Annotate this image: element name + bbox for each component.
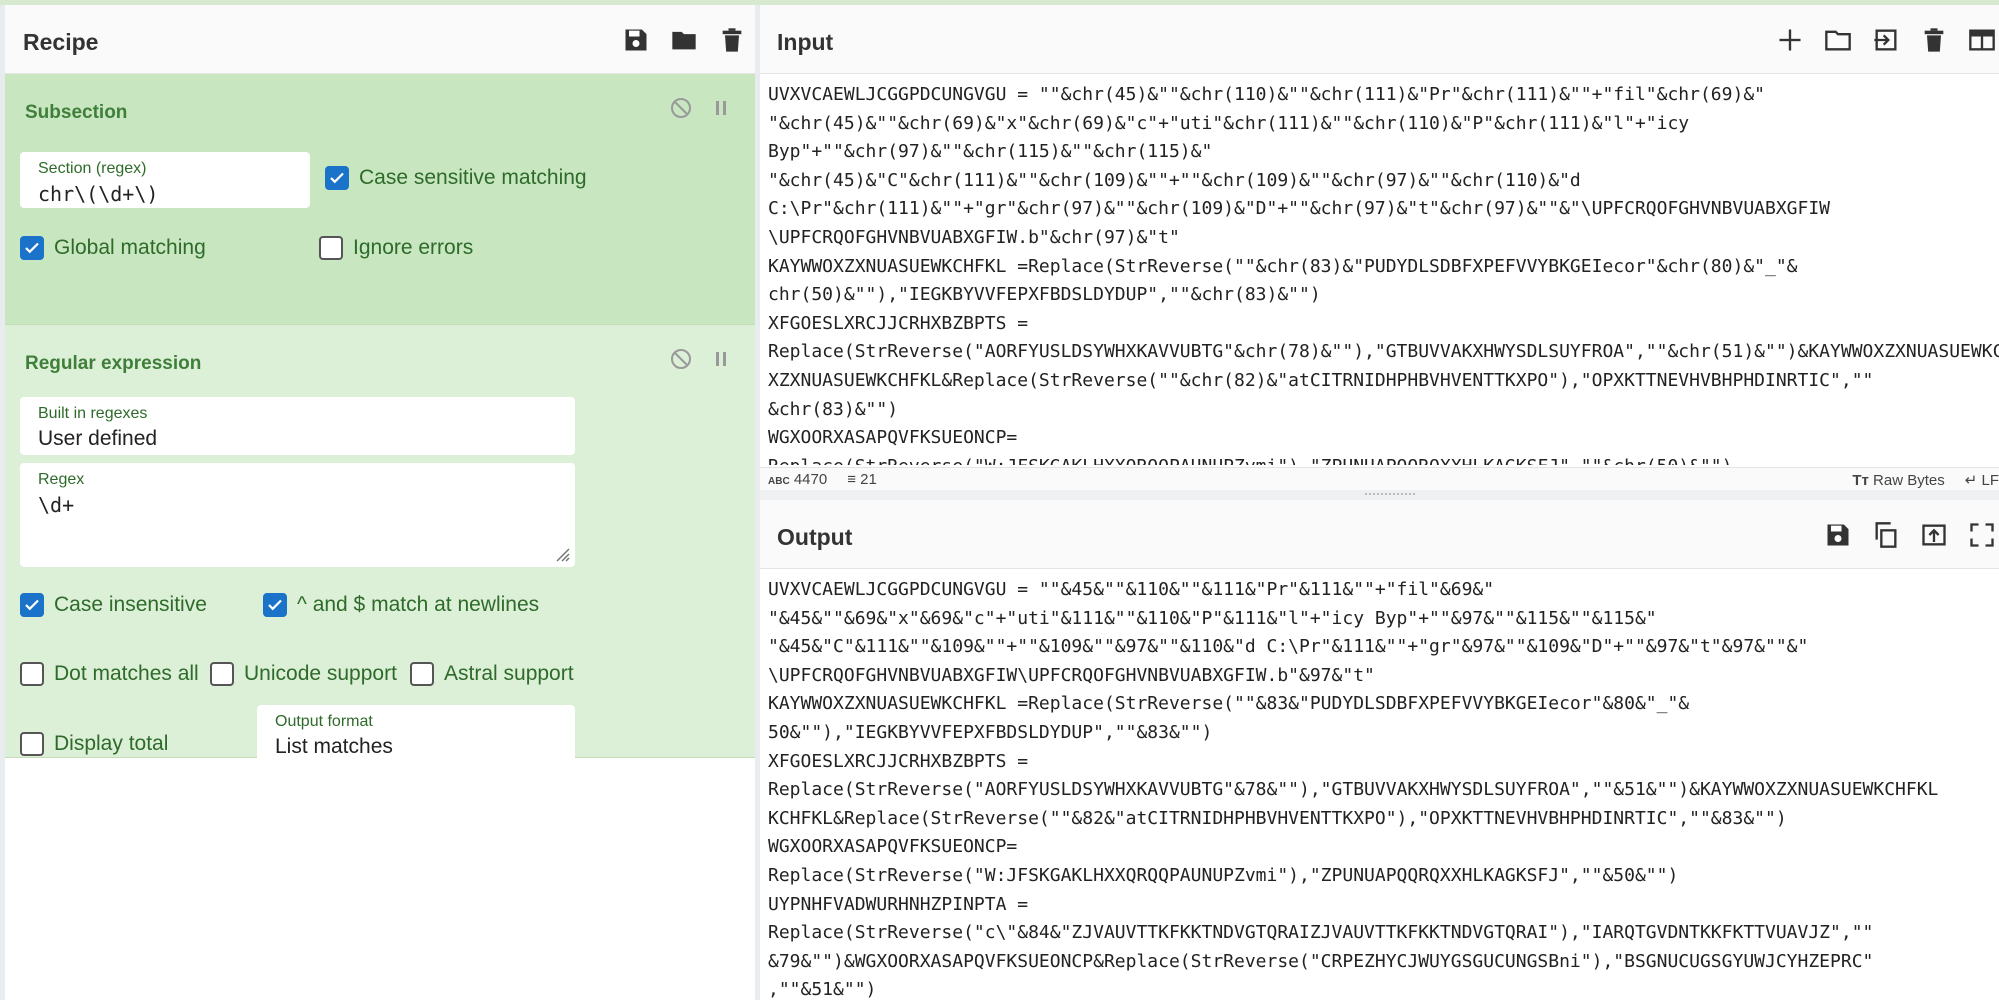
subsection-title: Subsection [25, 102, 128, 123]
checkbox-empty-icon[interactable] [20, 732, 44, 756]
output-pane: Output UVXVCAEWLJCGGPDCUNGVGU = ""&45&""… [760, 500, 1999, 1000]
dot-matches-all-checkbox[interactable]: Dot matches all [20, 662, 199, 686]
subsection-operation: Subsection Section (regex) chr\(\d+\) Ca… [5, 74, 755, 325]
resize-grip-icon[interactable] [553, 545, 571, 563]
horizontal-divider[interactable] [760, 490, 1999, 500]
case-insensitive-label: Case insensitive [54, 593, 207, 616]
output-text[interactable]: UVXVCAEWLJCGGPDCUNGVGU = ""&45&""&110&""… [768, 576, 1999, 1000]
output-format-select[interactable]: Output format List matches [257, 705, 575, 763]
checkbox-empty-icon[interactable] [210, 662, 234, 686]
astral-support-label: Astral support [444, 662, 574, 685]
input-textarea[interactable]: UVXVCAEWLJCGGPDCUNGVGU = ""&chr(45)&""&c… [768, 81, 1999, 465]
copy-icon[interactable] [1869, 518, 1903, 552]
checkbox-empty-icon[interactable] [410, 662, 434, 686]
section-regex-value[interactable]: chr\(\d+\) [38, 182, 158, 206]
case-sensitive-label: Case sensitive matching [359, 166, 587, 189]
save-icon[interactable] [619, 23, 653, 57]
recipe-header: Recipe [5, 5, 755, 74]
layout-icon[interactable] [1965, 23, 1999, 57]
dot-matches-all-label: Dot matches all [54, 662, 199, 685]
global-matching-label: Global matching [54, 236, 206, 259]
line-count-value: 21 [860, 471, 877, 488]
recipe-title: Recipe [23, 29, 99, 55]
raw-bytes-button[interactable]: Tт Raw Bytes [1852, 472, 1944, 489]
open-folder-icon[interactable] [1821, 23, 1855, 57]
text-format-icon: Tт [1852, 471, 1869, 489]
checkbox-empty-icon[interactable] [20, 662, 44, 686]
output-format-label: Output format [275, 713, 373, 730]
multiline-label: ^ and $ match at newlines [297, 593, 540, 616]
regex-label: Regex [38, 471, 85, 488]
trash-icon[interactable] [1917, 23, 1951, 57]
input-title: Input [777, 29, 834, 55]
display-total-checkbox[interactable]: Display total [20, 732, 168, 756]
section-regex-label: Section (regex) [38, 160, 147, 177]
regex-operation: Regular expression Built in regexes User… [5, 325, 755, 763]
output-title: Output [777, 524, 853, 550]
raw-bytes-label: Raw Bytes [1873, 471, 1945, 489]
builtin-regexes-value: User defined [38, 427, 158, 450]
output-header: Output [760, 500, 1999, 569]
regex-textarea[interactable]: Regex \d+ [20, 463, 575, 567]
add-icon[interactable] [1773, 23, 1807, 57]
input-header: Input [760, 5, 1999, 74]
ignore-errors-checkbox[interactable]: Ignore errors [319, 236, 473, 260]
line-count: ≡ 21 [847, 471, 877, 488]
section-regex-field[interactable]: Section (regex) chr\(\d+\) [20, 152, 310, 208]
disable-icon[interactable] [669, 96, 693, 120]
checkbox-checked-icon[interactable] [20, 593, 44, 617]
regex-value[interactable]: \d+ [38, 493, 74, 517]
char-count-value: 4470 [793, 471, 828, 488]
multiline-checkbox[interactable]: ^ and $ match at newlines [263, 593, 539, 617]
checkbox-checked-icon[interactable] [325, 166, 349, 190]
unicode-support-checkbox[interactable]: Unicode support [210, 662, 397, 686]
builtin-regexes-select[interactable]: Built in regexes User defined [20, 397, 575, 455]
recipe-pane: Recipe Subsection Section (regex) chr\(\… [5, 5, 755, 1000]
import-file-icon[interactable] [1869, 23, 1903, 57]
checkbox-empty-icon[interactable] [319, 236, 343, 260]
display-total-label: Display total [54, 732, 169, 755]
input-status-bar: ABC 4470 ≡ 21 Tт Raw Bytes ↵ LF [760, 467, 1999, 492]
lines-icon: ≡ [847, 471, 856, 488]
input-pane: Input UVXVCAEWLJCGGPDCUNGVGU = ""&chr(45… [760, 5, 1999, 492]
abc-icon: ABC [768, 476, 790, 487]
pause-icon[interactable] [709, 96, 733, 120]
return-icon: ↵ [1964, 472, 1978, 489]
case-insensitive-checkbox[interactable]: Case insensitive [20, 593, 207, 617]
disable-icon[interactable] [669, 347, 693, 371]
unicode-support-label: Unicode support [244, 662, 397, 685]
save-icon[interactable] [1821, 518, 1855, 552]
checkbox-checked-icon[interactable] [263, 593, 287, 617]
pause-icon[interactable] [709, 347, 733, 371]
char-count: ABC 4470 [768, 471, 827, 488]
global-matching-checkbox[interactable]: Global matching [20, 236, 206, 260]
eol-button[interactable]: ↵ LF [1965, 471, 1999, 489]
ignore-errors-label: Ignore errors [353, 236, 474, 259]
case-sensitive-checkbox[interactable]: Case sensitive matching [325, 166, 587, 190]
maximize-icon[interactable] [1965, 518, 1999, 552]
trash-icon[interactable] [715, 23, 749, 57]
builtin-regexes-label: Built in regexes [38, 405, 148, 422]
folder-icon[interactable] [667, 23, 701, 57]
replace-input-icon[interactable] [1917, 518, 1951, 552]
astral-support-checkbox[interactable]: Astral support [410, 662, 574, 686]
regex-op-title: Regular expression [25, 353, 202, 374]
output-format-value: List matches [275, 735, 393, 758]
eol-label: LF [1981, 472, 1999, 489]
checkbox-checked-icon[interactable] [20, 236, 44, 260]
